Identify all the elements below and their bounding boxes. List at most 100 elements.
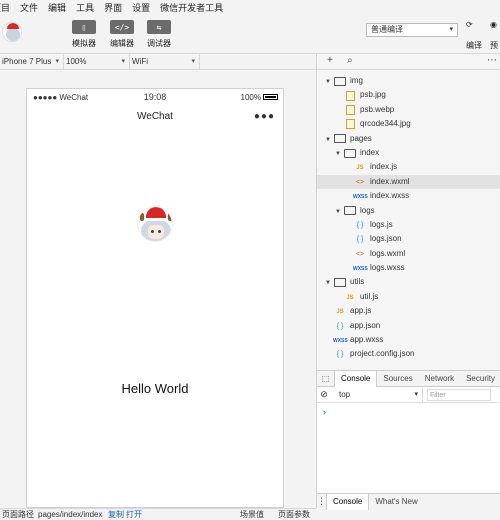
tree-item-label: logs.json — [370, 234, 402, 244]
editor-label: 编辑器 — [110, 39, 134, 48]
chevron-down-icon[interactable]: ▼ — [325, 75, 333, 89]
clear-console-icon[interactable]: ⊘ — [317, 389, 331, 400]
context-value: top — [339, 389, 351, 399]
copy-link[interactable]: 复制 — [108, 509, 124, 520]
console-prompt[interactable]: › — [323, 407, 326, 417]
debugger-tool[interactable]: ⇆ 调试器 — [139, 20, 179, 49]
folder-icon — [333, 276, 347, 290]
simulator-area: ●●●●● WeChat 19:08 100% WeChat ●●● Hello… — [0, 70, 316, 508]
menu-item[interactable]: 编辑 — [48, 1, 66, 14]
nav-title: WeChat — [137, 111, 173, 122]
tree-file[interactable]: WXSS logs.wxss — [317, 261, 500, 275]
open-link[interactable]: 打开 — [126, 509, 142, 520]
add-file-icon[interactable]: + — [327, 55, 333, 66]
menu-item[interactable]: 工具 — [76, 1, 94, 14]
network-value: WiFi — [132, 56, 148, 66]
tree-folder[interactable]: ▼ logs — [317, 204, 500, 218]
compile-mode-select[interactable]: 普通编译 ▾ — [366, 23, 458, 37]
user-avatar[interactable] — [137, 206, 173, 242]
tree-file[interactable]: JS util.js — [317, 290, 500, 304]
tree-item-label: index.wxml — [370, 176, 410, 186]
menu-item[interactable]: 文件 — [20, 1, 38, 14]
drawer-tab-whats-new[interactable]: What's New — [369, 494, 423, 510]
tree-folder[interactable]: ▼ pages — [317, 132, 500, 146]
search-icon[interactable]: ⌕ — [347, 55, 353, 66]
chevron-down-icon: ▾ — [414, 390, 418, 398]
tree-item-label: app.json — [350, 320, 381, 330]
context-select[interactable]: top ▾ — [335, 387, 423, 402]
compile-button[interactable]: 编译 — [466, 40, 482, 51]
avatar-hat — [7, 23, 19, 29]
chevron-down-icon[interactable]: ▼ — [325, 133, 333, 147]
tree-file[interactable]: <> index.wxml — [317, 174, 500, 190]
tree-item-label: img — [350, 76, 363, 85]
tree-item-label: qrcode344.jpg — [360, 119, 411, 129]
tree-file[interactable]: JS index.js — [317, 160, 500, 174]
tree-folder[interactable]: ▼ utils — [317, 275, 500, 289]
preview-icon[interactable]: ◉ — [490, 20, 497, 29]
tab-network[interactable]: Network — [419, 371, 460, 387]
debugger-icon[interactable]: ⇆ — [147, 20, 171, 34]
more-icon[interactable]: ⋯ — [487, 55, 497, 66]
menu-bar: 项目文件编辑工具界面设置微信开发者工具 — [0, 0, 500, 14]
menu-item[interactable]: 微信开发者工具 — [160, 1, 223, 14]
tree-folder[interactable]: ▼ index — [317, 146, 500, 160]
chevron-down-icon[interactable]: ▼ — [325, 276, 333, 290]
tree-file[interactable]: { } logs.json — [317, 232, 500, 246]
tree-item-label: logs.wxss — [370, 263, 405, 273]
wxml-file-icon: <> — [355, 178, 365, 186]
device-select[interactable]: iPhone 7 Plus ▾ — [0, 53, 64, 70]
phone-screen: ●●●●● WeChat 19:08 100% WeChat ●●● Hello… — [26, 88, 284, 508]
tree-file[interactable]: <> logs.wxml — [317, 247, 500, 261]
tree-file[interactable]: { } project.config.json — [317, 347, 500, 361]
devtools-tabs: ⬚ Console Sources Network Security — [317, 370, 500, 387]
preview-button[interactable]: 预 — [490, 40, 498, 51]
json-file-icon: { } — [336, 351, 344, 359]
refresh-icon[interactable]: ⟳ — [466, 20, 473, 29]
tree-file[interactable]: JS app.js — [317, 304, 500, 318]
tree-item-label: psb.webp — [360, 104, 395, 114]
drawer-tab-console[interactable]: Console — [326, 493, 370, 510]
chevron-down-icon: ▾ — [191, 57, 195, 65]
chevron-down-icon[interactable]: ▼ — [335, 147, 343, 161]
devtools-panel: ⬚ Console Sources Network Security ⊘ top… — [317, 370, 500, 510]
inspect-icon[interactable]: ⬚ — [317, 374, 334, 383]
scene-value-label[interactable]: 场景值 — [240, 509, 264, 520]
editor-icon[interactable]: </> — [110, 20, 134, 34]
devtools-drawer-tabs: ⋮ Console What's New — [317, 493, 500, 510]
tab-security[interactable]: Security — [460, 371, 500, 387]
drawer-menu-icon[interactable]: ⋮ — [317, 496, 326, 507]
bottom-status-bar: 页面路径 pages/index/index 复制 打开 场景值 页面参数 — [0, 508, 316, 520]
filter-input[interactable]: Filter — [427, 388, 491, 401]
zoom-select[interactable]: 100% ▾ — [64, 53, 130, 70]
chevron-down-icon[interactable]: ▼ — [335, 205, 343, 219]
tree-file[interactable]: WXSS app.wxss — [317, 333, 500, 347]
menu-item[interactable]: 项目 — [0, 1, 10, 14]
tree-item-label: index — [360, 147, 380, 157]
tree-file[interactable]: qrcode344.jpg — [317, 117, 500, 131]
editor-tool[interactable]: </> 编辑器 — [102, 20, 142, 49]
simulator-label: 模拟器 — [72, 39, 96, 48]
tree-file[interactable]: psb.webp — [317, 103, 500, 117]
device-bar: iPhone 7 Plus ▾ 100% ▾ WiFi ▾ — [0, 53, 316, 70]
tree-file[interactable]: psb.jpg — [317, 88, 500, 102]
user-avatar-small[interactable] — [2, 22, 22, 42]
page-path-value: pages/index/index — [38, 510, 103, 519]
tab-console[interactable]: Console — [334, 370, 378, 387]
more-menu-icon[interactable]: ●●● — [254, 111, 275, 122]
network-select[interactable]: WiFi ▾ — [130, 53, 200, 70]
menu-item[interactable]: 设置 — [132, 1, 150, 14]
tree-file[interactable]: WXSS index.wxss — [317, 189, 500, 203]
js-file-icon: JS — [356, 165, 364, 172]
debugger-label: 调试器 — [147, 39, 171, 48]
tree-file[interactable]: { } app.json — [317, 319, 500, 333]
tree-file[interactable]: { } logs.js — [317, 218, 500, 232]
menu-item[interactable]: 界面 — [104, 1, 122, 14]
simulator-tool[interactable]: ▯ 模拟器 — [64, 20, 104, 49]
tree-folder[interactable]: ▼ img — [317, 74, 500, 88]
page-params-label[interactable]: 页面参数 — [278, 509, 310, 520]
page-path-label: 页面路径 — [2, 510, 34, 519]
simulator-icon[interactable]: ▯ — [72, 20, 96, 34]
device-value: iPhone 7 Plus — [2, 56, 52, 66]
tab-sources[interactable]: Sources — [377, 371, 418, 387]
